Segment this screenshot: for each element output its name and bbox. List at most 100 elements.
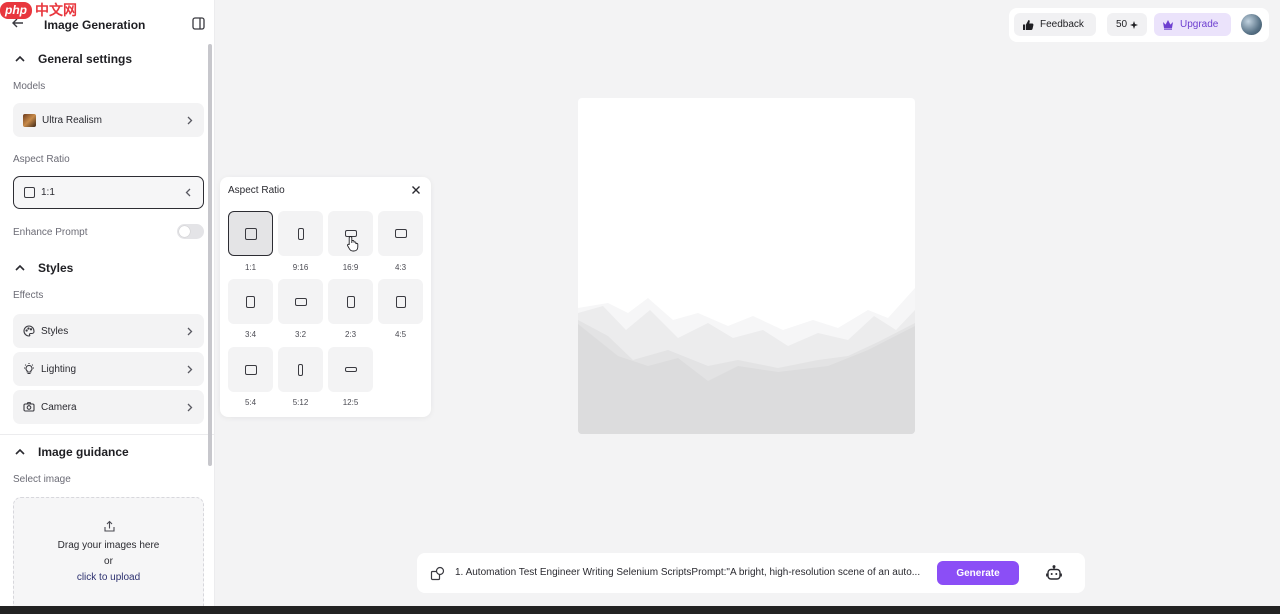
lightbulb-icon bbox=[24, 363, 34, 375]
ratio-shape-icon bbox=[395, 295, 406, 308]
prompt-input[interactable]: 1. Automation Test Engineer Writing Sele… bbox=[455, 567, 925, 578]
feedback-label: Feedback bbox=[1040, 19, 1084, 30]
ratio-option-4-5[interactable] bbox=[378, 279, 423, 324]
ratio-option-4-3[interactable] bbox=[378, 211, 423, 256]
general-settings-toggle[interactable]: General settings bbox=[14, 52, 132, 66]
settings-sidebar: Image Generation General settings Models… bbox=[0, 0, 215, 606]
upgrade-button[interactable]: Upgrade bbox=[1154, 13, 1231, 36]
top-action-bar: Feedback 50 Upgrade bbox=[1009, 8, 1269, 42]
ratio-option-5-12[interactable] bbox=[278, 347, 323, 392]
collapse-panel-icon[interactable] bbox=[192, 17, 205, 30]
chevron-up-icon bbox=[15, 448, 25, 455]
ratio-shape-icon bbox=[346, 295, 355, 308]
square-ratio-icon bbox=[24, 187, 35, 198]
aspect-ratio-popup-title: Aspect Ratio bbox=[228, 185, 285, 196]
mountain-placeholder-graphic bbox=[578, 288, 915, 434]
ratio-option-1-1[interactable] bbox=[228, 211, 273, 256]
ratio-option-12-5[interactable] bbox=[328, 347, 373, 392]
aspect-ratio-value: 1:1 bbox=[41, 187, 55, 198]
ratio-label: 9:16 bbox=[292, 263, 309, 272]
ratio-shape-icon bbox=[244, 227, 257, 240]
enhance-prompt-label: Enhance Prompt bbox=[13, 227, 88, 238]
screen-bottom-edge bbox=[0, 606, 1280, 614]
model-thumbnail bbox=[23, 113, 36, 127]
upgrade-label: Upgrade bbox=[1180, 19, 1219, 30]
ratio-label: 3:2 bbox=[294, 330, 307, 339]
chevron-right-icon bbox=[187, 116, 193, 124]
ratio-label: 16:9 bbox=[342, 263, 359, 272]
hand-cursor-icon bbox=[347, 236, 359, 252]
crown-icon bbox=[1163, 20, 1173, 30]
ratio-label: 4:5 bbox=[394, 330, 407, 339]
ratio-option-9-16[interactable] bbox=[278, 211, 323, 256]
ratio-option-3-2[interactable] bbox=[278, 279, 323, 324]
camera-icon bbox=[23, 402, 35, 412]
image-preview-placeholder bbox=[578, 98, 915, 434]
section-divider bbox=[0, 434, 214, 435]
close-icon[interactable] bbox=[411, 185, 421, 195]
lighting-effect-label: Lighting bbox=[41, 363, 77, 375]
feedback-button[interactable]: Feedback bbox=[1014, 13, 1096, 36]
aspect-ratio-label: Aspect Ratio bbox=[13, 154, 70, 165]
ratio-shape-icon bbox=[244, 364, 257, 375]
select-image-label: Select image bbox=[13, 474, 71, 485]
aspect-ratio-popup: Aspect Ratio 1:1 9:16 16:9 4:3 3:4 3:2 2… bbox=[220, 177, 431, 417]
models-label: Models bbox=[13, 81, 46, 92]
chevron-right-icon bbox=[187, 327, 193, 335]
chevron-right-icon bbox=[187, 365, 193, 373]
chevron-right-icon bbox=[187, 403, 193, 411]
chevron-up-icon bbox=[15, 55, 25, 62]
ratio-shape-icon bbox=[394, 229, 407, 238]
ratio-option-3-4[interactable] bbox=[228, 279, 273, 324]
user-avatar[interactable] bbox=[1241, 14, 1262, 35]
ratio-option-2-3[interactable] bbox=[328, 279, 373, 324]
ratio-option-5-4[interactable] bbox=[228, 347, 273, 392]
lighting-effect-button[interactable]: Lighting bbox=[13, 352, 204, 386]
enhance-prompt-toggle[interactable] bbox=[177, 224, 204, 239]
ratio-label: 3:4 bbox=[244, 330, 257, 339]
image-guidance-toggle[interactable]: Image guidance bbox=[14, 445, 129, 459]
watermark-logo: php 中文网 bbox=[0, 0, 77, 20]
ratio-label: 5:12 bbox=[292, 398, 309, 407]
shapes-icon[interactable] bbox=[430, 566, 445, 581]
general-settings-heading: General settings bbox=[38, 52, 133, 66]
ratio-label: 2:3 bbox=[344, 330, 357, 339]
ratio-shape-icon bbox=[344, 367, 357, 372]
generate-button[interactable]: Generate bbox=[937, 561, 1019, 585]
ratio-shape-icon bbox=[297, 227, 304, 240]
credits-badge[interactable]: 50 bbox=[1107, 13, 1147, 36]
styles-section-toggle[interactable]: Styles bbox=[14, 261, 73, 275]
ratio-shape-icon bbox=[294, 297, 307, 306]
ratio-shape-icon bbox=[298, 363, 303, 376]
ratio-label: 1:1 bbox=[244, 263, 257, 272]
model-value: Ultra Realism bbox=[42, 114, 103, 126]
image-dropzone[interactable]: Drag your images here or click to upload bbox=[13, 497, 204, 606]
palette-icon bbox=[23, 325, 35, 337]
chevron-up-icon bbox=[15, 264, 25, 271]
model-selector[interactable]: Ultra Realism bbox=[13, 103, 204, 137]
aspect-ratio-selector[interactable]: 1:1 bbox=[13, 176, 204, 209]
watermark-text: 中文网 bbox=[35, 2, 77, 18]
dropzone-text: Drag your images here bbox=[57, 540, 160, 551]
styles-heading: Styles bbox=[38, 261, 74, 275]
styles-effect-label: Styles bbox=[41, 325, 69, 337]
thumbs-up-icon bbox=[1023, 19, 1034, 30]
ratio-label: 4:3 bbox=[394, 263, 407, 272]
robot-assistant-icon[interactable] bbox=[1046, 565, 1062, 581]
sidebar-title: Image Generation bbox=[44, 18, 146, 32]
chevron-left-icon bbox=[185, 188, 191, 197]
ratio-shape-icon bbox=[246, 295, 255, 308]
ratio-label: 5:4 bbox=[244, 398, 257, 407]
image-guidance-heading: Image guidance bbox=[38, 445, 129, 459]
credits-count: 50 bbox=[1115, 19, 1128, 30]
prompt-bar: 1. Automation Test Engineer Writing Sele… bbox=[417, 553, 1085, 593]
upload-icon bbox=[104, 520, 115, 532]
camera-effect-label: Camera bbox=[41, 401, 77, 413]
watermark-php: php bbox=[0, 1, 32, 19]
sidebar-scrollbar[interactable] bbox=[208, 44, 212, 466]
sparkle-icon bbox=[1130, 20, 1139, 29]
styles-effect-button[interactable]: Styles bbox=[13, 314, 204, 348]
ratio-label: 12:5 bbox=[342, 398, 359, 407]
click-to-upload-link[interactable]: click to upload bbox=[14, 572, 203, 583]
camera-effect-button[interactable]: Camera bbox=[13, 390, 204, 424]
